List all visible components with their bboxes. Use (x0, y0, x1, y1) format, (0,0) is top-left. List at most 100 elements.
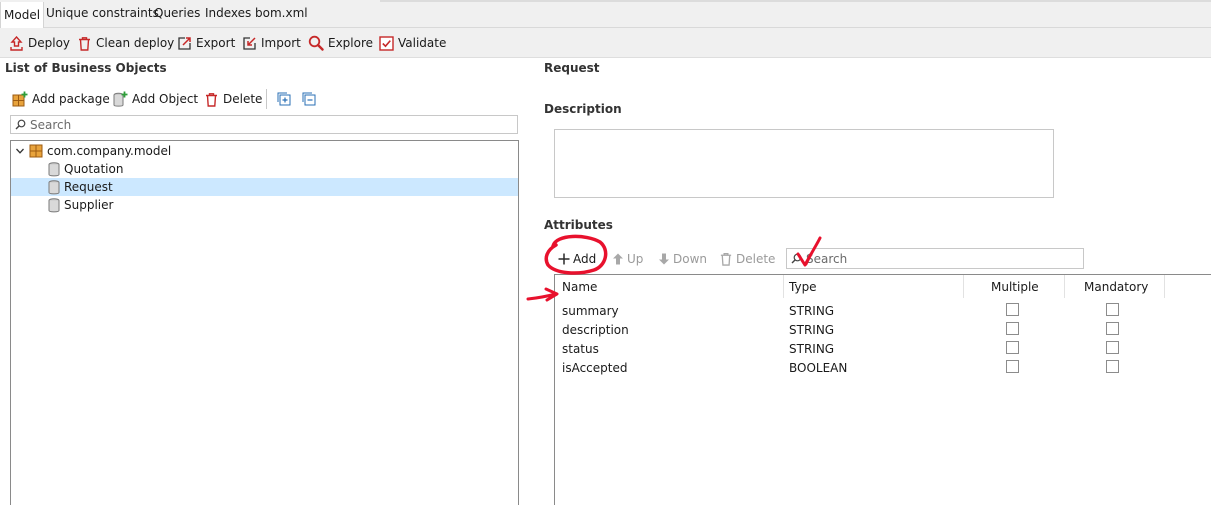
multiple-checkbox[interactable] (1006, 341, 1019, 354)
column-separator[interactable] (1064, 275, 1065, 298)
tree-item-supplier[interactable]: Supplier (11, 196, 518, 214)
add-object-icon (113, 91, 128, 107)
attribute-name-cell[interactable]: description (562, 323, 629, 337)
trash-icon (206, 92, 217, 107)
add-package-button[interactable]: Add package (12, 90, 110, 108)
search-icon (15, 119, 26, 130)
export-label: Export (196, 36, 236, 50)
collapse-all-button[interactable] (302, 90, 316, 108)
attribute-type-cell[interactable]: STRING (789, 323, 834, 337)
tab-bar-edge (380, 0, 1211, 2)
attribute-search-placeholder: Search (806, 251, 848, 266)
expand-all-button[interactable] (277, 90, 291, 108)
add-object-button[interactable]: Add Object (112, 90, 198, 108)
expand-all-icon (277, 92, 291, 106)
add-package-icon (12, 91, 28, 107)
export-icon (178, 36, 191, 50)
attributes-table: Name Type Multiple Mandatory summary STR… (554, 274, 1211, 505)
explore-label: Explore (328, 36, 374, 50)
plus-icon (558, 253, 570, 265)
object-search-placeholder: Search (30, 117, 72, 132)
mandatory-checkbox[interactable] (1106, 303, 1119, 316)
deploy-button[interactable]: Deploy (9, 34, 70, 52)
import-icon (243, 36, 256, 50)
tab-queries[interactable]: Queries (154, 6, 200, 20)
business-object-tree: com.company.model Quotation Request Supp… (10, 140, 519, 505)
mandatory-checkbox[interactable] (1106, 360, 1119, 373)
column-header-mandatory[interactable]: Mandatory (1084, 280, 1148, 294)
move-down-label: Down (673, 252, 708, 266)
toolbar-separator (266, 89, 267, 109)
deploy-label: Deploy (28, 36, 71, 50)
export-button[interactable]: Export (177, 34, 235, 52)
explore-button[interactable]: Explore (308, 34, 373, 52)
tab-model[interactable]: Model (0, 2, 45, 28)
search-icon (791, 253, 802, 264)
validate-label: Validate (398, 36, 447, 50)
move-up-label: Up (627, 252, 644, 266)
clean-deploy-button[interactable]: Clean deploy (77, 34, 174, 52)
tree-package-row[interactable]: com.company.model (11, 142, 518, 160)
tab-indexes[interactable]: Indexes (205, 6, 251, 20)
attribute-type-cell[interactable]: STRING (789, 342, 834, 356)
column-separator[interactable] (963, 275, 964, 298)
deploy-icon (10, 35, 23, 51)
business-object-icon (48, 179, 60, 194)
add-object-label: Add Object (132, 92, 199, 106)
column-header-multiple[interactable]: Multiple (991, 280, 1039, 294)
mandatory-checkbox[interactable] (1106, 341, 1119, 354)
main-toolbar: Deploy Clean deploy Export Import Explor… (0, 28, 1211, 58)
business-object-icon (48, 161, 60, 176)
attributes-label: Attributes (544, 218, 613, 232)
attribute-name-cell[interactable]: isAccepted (562, 361, 627, 375)
description-textarea[interactable] (554, 129, 1054, 198)
delete-attribute-button[interactable]: Delete (719, 250, 775, 268)
add-attribute-label: Add (573, 252, 597, 266)
add-attribute-button[interactable]: Add (558, 250, 596, 268)
trash-icon (720, 253, 732, 266)
multiple-checkbox[interactable] (1006, 322, 1019, 335)
object-search-input[interactable]: Search (10, 115, 518, 134)
magnifier-icon (308, 35, 324, 51)
chevron-down-icon[interactable] (15, 146, 25, 156)
column-header-name[interactable]: Name (562, 280, 597, 294)
object-name-title: Request (544, 61, 600, 75)
import-button[interactable]: Import (242, 34, 301, 52)
attribute-name-cell[interactable]: summary (562, 304, 619, 318)
attribute-search-input[interactable]: Search (786, 248, 1084, 269)
column-header-type[interactable]: Type (789, 280, 817, 294)
description-label: Description (544, 102, 622, 116)
column-separator[interactable] (783, 275, 784, 298)
import-label: Import (261, 36, 301, 50)
attribute-type-cell[interactable]: STRING (789, 304, 834, 318)
package-label: com.company.model (47, 144, 172, 158)
delete-object-label: Delete (223, 92, 263, 106)
multiple-checkbox[interactable] (1006, 303, 1019, 316)
move-up-button[interactable]: Up (612, 250, 643, 268)
delete-attribute-label: Delete (736, 252, 776, 266)
tab-unique-constraints[interactable]: Unique constraints (46, 6, 159, 20)
business-object-icon (48, 197, 60, 212)
business-objects-title: List of Business Objects (5, 61, 167, 75)
tab-bom-xml[interactable]: bom.xml (255, 6, 308, 20)
checkbox-check-icon (379, 35, 394, 51)
mandatory-checkbox[interactable] (1106, 322, 1119, 335)
trash-icon (79, 36, 90, 51)
tree-item-request[interactable]: Request (11, 178, 518, 196)
arrow-up-icon (613, 253, 623, 265)
arrow-down-icon (659, 253, 669, 265)
tree-item-quotation[interactable]: Quotation (11, 160, 518, 178)
package-icon (29, 144, 43, 158)
add-package-label: Add package (32, 92, 110, 106)
tree-item-label: Request (64, 180, 113, 194)
clean-deploy-label: Clean deploy (96, 36, 175, 50)
move-down-button[interactable]: Down (658, 250, 707, 268)
red-arrow-to-name-column (526, 287, 559, 302)
validate-button[interactable]: Validate (379, 34, 446, 52)
multiple-checkbox[interactable] (1006, 360, 1019, 373)
attribute-name-cell[interactable]: status (562, 342, 599, 356)
tree-item-label: Quotation (64, 162, 124, 176)
delete-object-button[interactable]: Delete (204, 90, 262, 108)
attribute-type-cell[interactable]: BOOLEAN (789, 361, 847, 375)
column-separator[interactable] (1164, 275, 1165, 298)
